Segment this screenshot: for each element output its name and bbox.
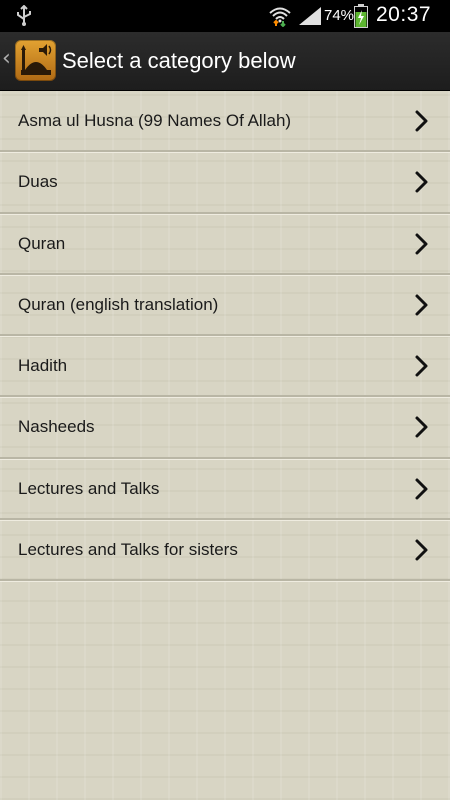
category-list-area: Asma ul Husna (99 Names Of Allah) Duas Q… <box>0 91 450 800</box>
list-item-label: Lectures and Talks <box>18 478 160 498</box>
action-bar: ‹ Select a category below <box>0 32 450 91</box>
chevron-right-icon <box>415 539 428 561</box>
wifi-icon <box>269 7 291 27</box>
list-item[interactable]: Quran (english translation) <box>0 275 450 337</box>
battery-percent: 74% <box>324 7 355 24</box>
chevron-right-icon <box>415 171 428 193</box>
list-item[interactable]: Lectures and Talks for sisters <box>0 520 450 582</box>
page-title: Select a category below <box>62 48 296 73</box>
list-item-label: Duas <box>18 172 58 192</box>
chevron-right-icon <box>415 110 428 132</box>
battery-charging-icon <box>354 4 368 28</box>
list-item[interactable]: Lectures and Talks <box>0 459 450 521</box>
list-item-label: Quran <box>18 233 66 253</box>
list-item[interactable]: Hadith <box>0 336 450 398</box>
status-bar: 74% 20:37 <box>0 0 450 32</box>
list-item-label: Nasheeds <box>18 417 95 437</box>
category-list: Asma ul Husna (99 Names Of Allah) Duas Q… <box>0 91 450 582</box>
list-item[interactable]: Quran <box>0 214 450 275</box>
list-item-label: Asma ul Husna (99 Names Of Allah) <box>18 111 292 130</box>
list-item[interactable]: Duas <box>0 152 450 214</box>
chevron-right-icon <box>415 478 428 500</box>
signal-icon <box>299 7 321 25</box>
chevron-right-icon <box>415 416 428 438</box>
chevron-left-icon[interactable]: ‹ <box>2 46 11 71</box>
list-item-label: Lectures and Talks for sisters <box>18 540 238 560</box>
usb-icon <box>17 5 31 26</box>
list-item-label: Quran (english translation) <box>18 294 219 314</box>
list-item[interactable]: Nasheeds <box>0 397 450 459</box>
mosque-speaker-icon <box>21 44 52 75</box>
list-item-label: Hadith <box>18 356 68 376</box>
chevron-right-icon <box>415 355 428 377</box>
list-item[interactable]: Asma ul Husna (99 Names Of Allah) <box>0 91 450 153</box>
chevron-right-icon <box>415 294 428 316</box>
clock: 20:37 <box>376 3 432 26</box>
app-icon[interactable] <box>15 40 56 81</box>
chevron-right-icon <box>415 233 428 255</box>
